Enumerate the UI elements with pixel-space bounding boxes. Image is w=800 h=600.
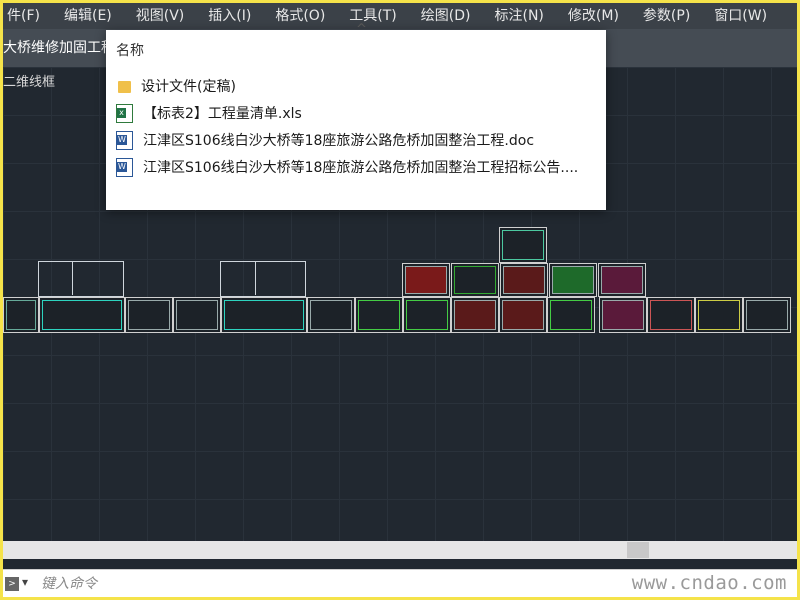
menu-file[interactable]: 件(F) <box>3 3 52 29</box>
drawing-sheet[interactable] <box>499 297 547 333</box>
menu-bar: 件(F) 编辑(E) 视图(V) 插入(I) 格式(O) 工具(T) 绘图(D)… <box>3 3 797 29</box>
drawing-sheet[interactable] <box>173 297 221 333</box>
file-item[interactable]: 江津区S106线白沙大桥等18座旅游公路危桥加固整治工程招标公告.... <box>116 155 578 179</box>
empty-layout-frame <box>38 261 124 297</box>
document-tab[interactable]: 大桥维修加固工程 <box>3 37 115 59</box>
scrollbar-thumb[interactable] <box>627 542 649 558</box>
file-name: 江津区S106线白沙大桥等18座旅游公路危桥加固整治工程招标公告.... <box>143 160 579 176</box>
file-name: 江津区S106线白沙大桥等18座旅游公路危桥加固整治工程.doc <box>143 133 535 149</box>
drawing-sheet[interactable] <box>743 297 791 333</box>
empty-layout-frame <box>255 261 256 295</box>
drawing-sheet[interactable] <box>3 297 39 333</box>
menu-format[interactable]: 格式(O) <box>263 3 337 29</box>
excel-file-icon <box>116 103 133 123</box>
drawing-sheet[interactable] <box>39 297 125 333</box>
menu-tools[interactable]: 工具(T) <box>337 3 408 29</box>
file-item[interactable]: 【标表2】工程量清单.xls <box>116 101 302 125</box>
recent-files-popup: ^ 名称 设计文件(定稿) 【标表2】工程量清单.xls 江津区S106线白沙大… <box>106 22 606 210</box>
drawing-sheet[interactable] <box>307 297 355 333</box>
viewport-style-label[interactable]: 二维线框 <box>3 71 55 90</box>
menu-modify[interactable]: 修改(M) <box>556 3 631 29</box>
drawing-sheet[interactable] <box>451 297 499 333</box>
autocad-window: 件(F) 编辑(E) 视图(V) 插入(I) 格式(O) 工具(T) 绘图(D)… <box>3 3 797 597</box>
drawing-sheet[interactable] <box>402 263 450 297</box>
horizontal-scrollbar[interactable] <box>3 541 797 559</box>
drawing-sheet[interactable] <box>451 263 499 297</box>
file-item[interactable]: 江津区S106线白沙大桥等18座旅游公路危桥加固整治工程.doc <box>116 128 534 152</box>
menu-insert[interactable]: 插入(I) <box>196 3 263 29</box>
drawing-sheet[interactable] <box>647 297 695 333</box>
drawing-sheet[interactable] <box>221 297 307 333</box>
menu-parametric[interactable]: 参数(P) <box>631 3 702 29</box>
chevron-down-icon[interactable]: ▾ <box>22 575 28 589</box>
word-file-icon <box>116 157 133 177</box>
drawing-sheet[interactable] <box>547 297 595 333</box>
drawing-sheet[interactable] <box>599 297 647 333</box>
menu-dimension[interactable]: 标注(N) <box>483 3 556 29</box>
drawing-sheet[interactable] <box>598 263 646 297</box>
drawing-sheet[interactable] <box>549 263 597 297</box>
empty-layout-frame <box>72 261 73 295</box>
command-input[interactable] <box>39 573 603 595</box>
menu-view[interactable]: 视图(V) <box>124 3 197 29</box>
file-item[interactable]: 设计文件(定稿) <box>116 74 236 98</box>
drawing-sheet[interactable] <box>355 297 403 333</box>
drawing-sheet[interactable] <box>499 227 547 263</box>
drawing-sheet[interactable] <box>500 263 548 297</box>
drawing-sheet[interactable] <box>695 297 743 333</box>
empty-layout-frame <box>220 261 306 297</box>
drawing-sheet[interactable] <box>125 297 173 333</box>
drawing-sheet[interactable] <box>403 297 451 333</box>
menu-draw[interactable]: 绘图(D) <box>409 3 483 29</box>
folder-icon <box>118 81 131 93</box>
collapse-caret-icon[interactable]: ^ <box>356 22 367 37</box>
column-header-name[interactable]: 名称 <box>116 40 144 60</box>
file-name: 【标表2】工程量清单.xls <box>143 106 302 122</box>
menu-edit[interactable]: 编辑(E) <box>52 3 124 29</box>
command-prompt-icon[interactable]: > <box>5 577 19 591</box>
watermark-text: www.cndao.com <box>631 572 787 594</box>
command-line: > ▾ www.cndao.com <box>3 569 797 597</box>
menu-window[interactable]: 窗口(W) <box>702 3 779 29</box>
word-file-icon <box>116 130 133 150</box>
file-name: 设计文件(定稿) <box>141 79 236 95</box>
